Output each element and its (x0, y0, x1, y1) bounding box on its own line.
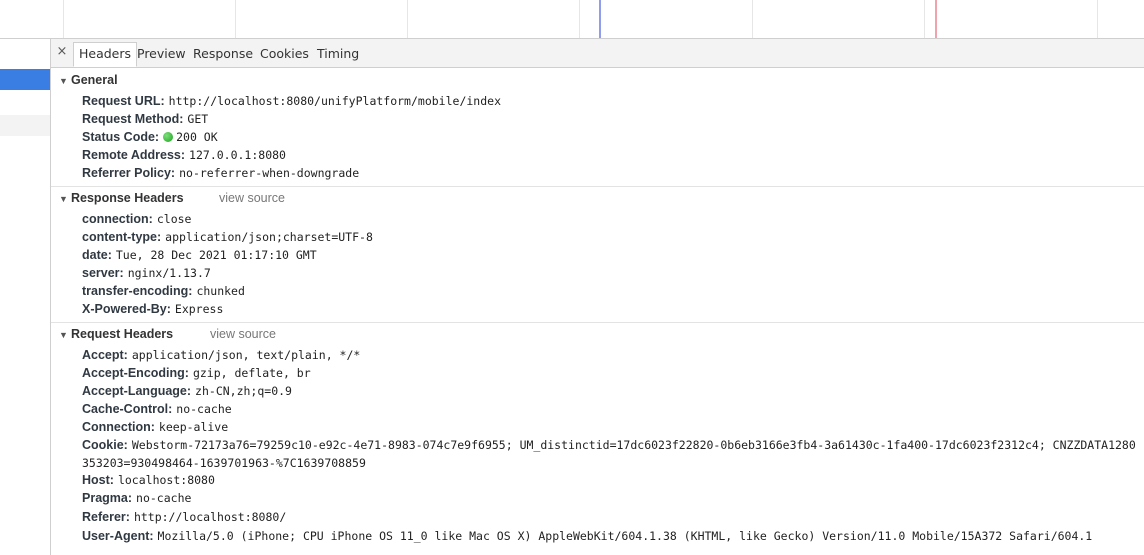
field-key: transfer-encoding: (82, 284, 193, 298)
field-key: Remote Address: (82, 148, 186, 162)
header-field: Cookie: Webstorm-72173a76=79259c10-e92c-4… (82, 436, 1138, 472)
section-title: General (71, 73, 118, 87)
field-key: Status Code: (82, 130, 160, 144)
timeline-gridline (63, 0, 64, 38)
timeline-gridline (924, 0, 925, 38)
general-section-toggle[interactable]: ▼ General (59, 71, 118, 89)
field-value: no-referrer-when-downgrade (179, 166, 360, 180)
header-field: transfer-encoding: chunked (82, 282, 1138, 300)
field-key: Request URL: (82, 94, 165, 108)
detail-tab-bar: × Headers Preview Response Cookies Timin… (51, 39, 1144, 68)
header-field: Accept-Language: zh-CN,zh;q=0.9 (82, 382, 1138, 400)
field-key: Cookie: (82, 438, 128, 452)
response-headers-section-toggle[interactable]: ▼ Response Headers (59, 189, 184, 207)
field-value: chunked (196, 284, 245, 298)
section-title: Request Headers (71, 327, 174, 341)
field-value: Mozilla/5.0 (iPhone; CPU iPhone OS 11_0 … (157, 529, 1093, 543)
field-key: Accept: (82, 348, 128, 362)
timeline-gridline (752, 0, 753, 38)
collapse-triangle-icon: ▼ (59, 76, 68, 86)
section-divider (51, 186, 1144, 187)
close-icon[interactable]: × (55, 44, 69, 60)
field-key: X-Powered-By: (82, 302, 171, 316)
header-field: date: Tue, 28 Dec 2021 01:17:10 GMT (82, 246, 1138, 264)
field-key: Accept-Language: (82, 384, 192, 398)
collapse-triangle-icon: ▼ (59, 330, 68, 340)
network-timeline (0, 0, 1144, 39)
header-field: Accept: application/json, text/plain, */* (82, 346, 1138, 364)
tab-headers[interactable]: Headers (73, 42, 138, 67)
field-value: no-cache (176, 402, 232, 416)
tab-response[interactable]: Response (188, 43, 258, 67)
timeline-gridline (407, 0, 408, 38)
header-field: Remote Address: 127.0.0.1:8080 (82, 146, 1138, 164)
header-field: Host: localhost:8080 (82, 471, 1138, 489)
field-value: gzip, deflate, br (192, 366, 311, 380)
field-key: Request Method: (82, 112, 184, 126)
field-key: Referrer Policy: (82, 166, 176, 180)
header-field: User-Agent: Mozilla/5.0 (iPhone; CPU iPho… (82, 527, 1138, 545)
dom-content-loaded-marker (599, 0, 601, 38)
field-value: close (156, 212, 192, 226)
status-ok-dot-icon (163, 132, 174, 142)
field-value: application/json;charset=UTF-8 (165, 230, 373, 244)
field-value: Express (174, 302, 224, 316)
field-key: Pragma: (82, 491, 133, 505)
header-field: content-type: application/json;charset=UT… (82, 228, 1138, 246)
field-key: Accept-Encoding: (82, 366, 189, 380)
field-key: date: (82, 248, 112, 262)
header-field: server: nginx/1.13.7 (82, 264, 1138, 282)
request-row-selected[interactable] (0, 69, 50, 90)
field-key: Referer: (82, 510, 130, 524)
header-field: X-Powered-By: Express (82, 300, 1138, 318)
timeline-gridline (579, 0, 580, 38)
field-value: Webstorm-72173a76=79259c10-e92c-4e71-898… (82, 438, 1136, 470)
field-key: User-Agent: (82, 529, 154, 543)
field-value: 127.0.0.1:8080 (189, 148, 286, 162)
field-value: keep-alive (158, 420, 229, 434)
header-field: Status Code: 200 OK (82, 128, 1138, 146)
field-key: connection: (82, 212, 153, 226)
field-value: GET (187, 112, 209, 126)
field-value: http://localhost:8080/ (133, 510, 287, 524)
header-field: Request Method: GET (82, 110, 1138, 128)
header-field: connection: close (82, 210, 1138, 228)
field-value: no-cache (136, 491, 192, 505)
section-divider (51, 322, 1144, 323)
tab-timing[interactable]: Timing (312, 43, 364, 67)
headers-panel: ▼ General Request URL: http://localhost:80… (51, 68, 1144, 555)
header-field: Accept-Encoding: gzip, deflate, br (82, 364, 1138, 382)
header-field: Referer: http://localhost:8080/ (82, 508, 1138, 526)
field-key: server: (82, 266, 124, 280)
field-key: Host: (82, 473, 114, 487)
field-value: localhost:8080 (117, 473, 215, 487)
field-value: Tue, 28 Dec 2021 01:17:10 GMT (115, 248, 317, 262)
field-value: http://localhost:8080/unifyPlatform/mobi… (168, 94, 501, 108)
field-key: content-type: (82, 230, 162, 244)
field-value: application/json, text/plain, */* (131, 348, 361, 362)
header-field: Request URL: http://localhost:8080/unifyP… (82, 92, 1138, 110)
view-source-link[interactable]: view source (210, 325, 276, 343)
request-list (0, 39, 51, 555)
field-value: zh-CN,zh;q=0.9 (195, 384, 292, 398)
timeline-gridline (1097, 0, 1098, 38)
field-key: Cache-Control: (82, 402, 173, 416)
header-field: Connection: keep-alive (82, 418, 1138, 436)
section-title: Response Headers (71, 191, 184, 205)
timeline-gridline (235, 0, 236, 38)
header-field: Referrer Policy: no-referrer-when-downgra… (82, 164, 1138, 182)
field-key: Connection: (82, 420, 155, 434)
view-source-link[interactable]: view source (219, 189, 285, 207)
header-field: Pragma: no-cache (82, 489, 1138, 507)
request-row[interactable] (0, 115, 50, 136)
header-field: Cache-Control: no-cache (82, 400, 1138, 418)
tab-cookies[interactable]: Cookies (255, 43, 314, 67)
collapse-triangle-icon: ▼ (59, 194, 68, 204)
field-value: 200 OK (176, 130, 218, 144)
request-headers-section-toggle[interactable]: ▼ Request Headers (59, 325, 173, 343)
tab-preview[interactable]: Preview (132, 43, 191, 67)
load-event-marker (935, 0, 937, 38)
field-value: nginx/1.13.7 (127, 266, 211, 280)
